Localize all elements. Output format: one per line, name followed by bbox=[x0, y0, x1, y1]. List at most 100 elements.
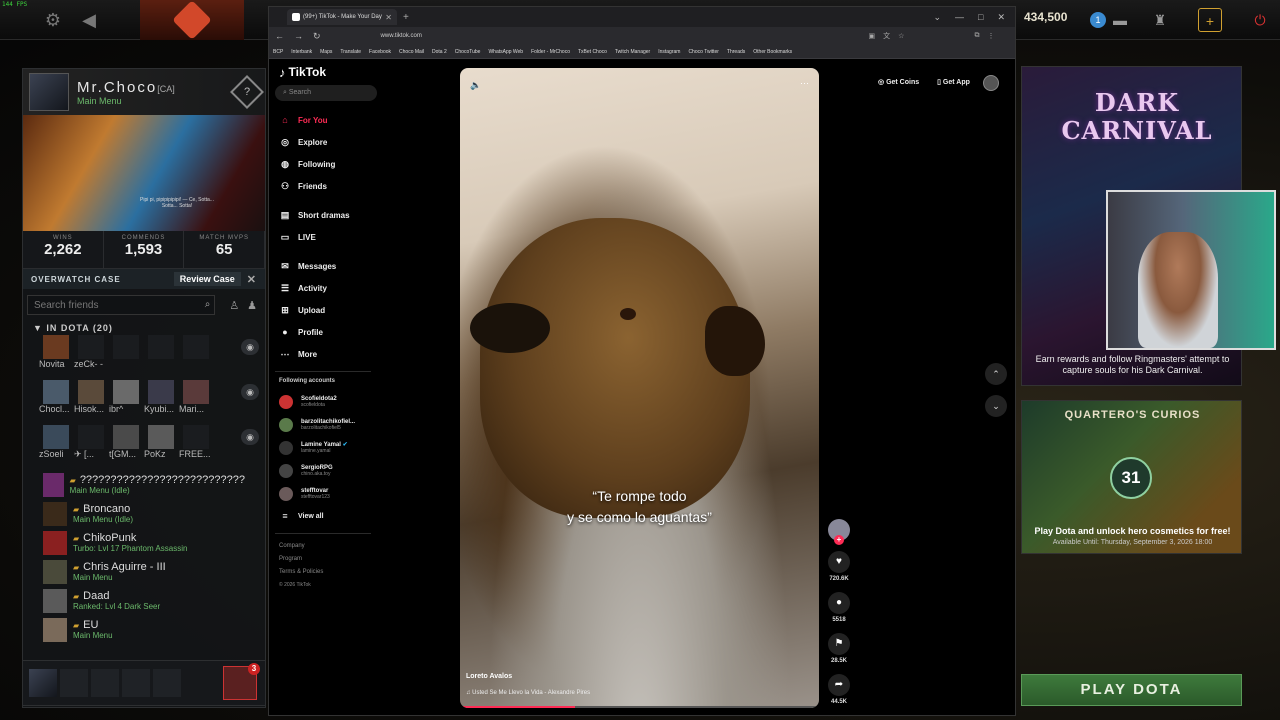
share-action[interactable]: ➦ 44.5K bbox=[825, 674, 853, 705]
share-icon[interactable]: ➦ bbox=[828, 674, 850, 696]
bookmark-item[interactable]: ChocoTube bbox=[455, 49, 481, 55]
bookmark-item[interactable]: Translate bbox=[340, 49, 361, 55]
bookmark-star-icon[interactable]: ☆ bbox=[898, 32, 904, 40]
bookmark-item[interactable]: Choco Twitter bbox=[688, 49, 718, 55]
heart-icon[interactable]: ♥ bbox=[828, 551, 850, 573]
friend-tile[interactable]: Hisok... bbox=[74, 380, 108, 414]
plus-icon[interactable]: + bbox=[1198, 8, 1222, 32]
following-account[interactable]: Scofieldota2 scofieldota bbox=[275, 390, 379, 413]
armory-icon[interactable]: ♜ bbox=[1148, 8, 1172, 32]
bookmark-folder[interactable]: Other Bookmarks bbox=[753, 49, 792, 55]
tab-tiktok[interactable]: (99+) TikTok - Make Your Day ✕ bbox=[287, 9, 397, 25]
party-slot[interactable] bbox=[60, 669, 88, 697]
friends-group-icon[interactable]: ♟ bbox=[243, 299, 261, 312]
close-icon[interactable]: ✕ bbox=[247, 273, 257, 286]
friend-tile[interactable] bbox=[144, 335, 178, 359]
user-avatar[interactable] bbox=[982, 75, 999, 91]
video-author[interactable]: Loreto Avalos bbox=[466, 673, 512, 680]
footer-link[interactable]: Program bbox=[279, 553, 379, 566]
bookmark-item[interactable]: Maps bbox=[320, 49, 332, 55]
bookmark-item[interactable]: Instagram bbox=[658, 49, 680, 55]
back-arrow-icon[interactable]: ◀ bbox=[78, 9, 100, 31]
bookmark-item[interactable]: WhatsApp Web bbox=[488, 49, 523, 55]
friend-tile[interactable]: Mari... bbox=[179, 380, 213, 414]
add-friend-icon[interactable]: ♙ bbox=[225, 299, 243, 312]
get-app-button[interactable]: ▯ Get App bbox=[932, 75, 975, 91]
forward-icon[interactable]: → bbox=[294, 31, 303, 41]
video-progress-bar[interactable] bbox=[460, 706, 819, 708]
nav-for-you[interactable]: ⌂ For You bbox=[275, 109, 379, 131]
spectate-eye-icon[interactable]: ◉ bbox=[241, 429, 259, 445]
following-account[interactable]: Lamine Yamal ✔ lamine.yamal bbox=[275, 436, 379, 459]
friend-tile[interactable]: zSoeli bbox=[39, 425, 73, 459]
hero-banner[interactable]: Pipi pi, pipipipipipi! — Ce, Sotta... So… bbox=[23, 115, 265, 231]
tiktok-search-input[interactable]: ⌕ Search bbox=[275, 85, 377, 101]
new-tab-icon[interactable]: + bbox=[403, 12, 409, 23]
video-music[interactable]: ♫ Usted Se Me Llevo la Vida - Alexandre … bbox=[466, 690, 590, 696]
close-window-icon[interactable]: ✕ bbox=[997, 12, 1005, 23]
bookmark-icon[interactable]: ⚑ bbox=[828, 633, 850, 655]
following-account[interactable]: SergioRPG chino.aka.toy bbox=[275, 459, 379, 482]
reload-icon[interactable]: ↻ bbox=[313, 31, 321, 42]
nav-messages[interactable]: ✉ Messages bbox=[275, 255, 379, 277]
bookmark-item[interactable]: Interbank bbox=[291, 49, 312, 55]
follow-plus-icon[interactable]: + bbox=[834, 535, 844, 545]
dota-logo[interactable] bbox=[140, 0, 244, 40]
bookmark-item[interactable]: Threads bbox=[727, 49, 745, 55]
power-icon[interactable]: ⏻ bbox=[1248, 8, 1272, 32]
extensions-icon[interactable]: ⧉ bbox=[974, 32, 979, 40]
nav-profile[interactable]: ● Profile bbox=[275, 321, 379, 343]
following-account[interactable]: barzolitachikofiel... barzolitachikofiel5 bbox=[275, 413, 379, 436]
footer-link[interactable]: Company bbox=[279, 540, 379, 553]
bookmark-item[interactable]: Dota 2 bbox=[432, 49, 447, 55]
friend-tile[interactable]: Novita bbox=[39, 335, 73, 369]
settings-gear-icon[interactable]: ⚙ bbox=[42, 9, 64, 31]
friend-row[interactable]: ▰ EU Main Menu bbox=[23, 615, 265, 644]
nav-activity[interactable]: ☰ Activity bbox=[275, 277, 379, 299]
party-count-badge[interactable]: 1 bbox=[1090, 12, 1106, 28]
view-all-link[interactable]: ≡ View all bbox=[275, 505, 379, 527]
rank-badge[interactable]: ? bbox=[230, 75, 264, 109]
more-options-icon[interactable]: ⋯ bbox=[800, 78, 809, 89]
bookmark-item[interactable]: TxBet Choco bbox=[578, 49, 607, 55]
nav-more[interactable]: ⋯ More bbox=[275, 343, 379, 365]
in-dota-header[interactable]: ▼ IN DOTA (20) bbox=[23, 321, 265, 335]
friend-row[interactable]: ▰ Broncano Main Menu (Idle) bbox=[23, 499, 265, 528]
friend-tile[interactable]: t[GM... bbox=[109, 425, 143, 459]
party-slot[interactable] bbox=[122, 669, 150, 697]
friend-tile[interactable]: ibr^ bbox=[109, 380, 143, 414]
tiktok-logo[interactable]: ♪ TikTok bbox=[275, 59, 379, 85]
party-slot[interactable] bbox=[91, 669, 119, 697]
url-field[interactable]: www.tiktok.com bbox=[381, 29, 861, 43]
friend-tile[interactable]: Chocl... bbox=[39, 380, 73, 414]
quarteros-curios-panel[interactable]: QUARTERO'S CURIOS 31 Play Dota and unloc… bbox=[1021, 400, 1242, 554]
maximize-icon[interactable]: □ bbox=[978, 12, 983, 23]
bookmark-item[interactable]: BCP bbox=[273, 49, 283, 55]
spectate-eye-icon[interactable]: ◉ bbox=[241, 384, 259, 400]
close-tab-icon[interactable]: ✕ bbox=[385, 13, 392, 22]
bookmark-item[interactable]: Twitch Manager bbox=[615, 49, 650, 55]
friend-tile[interactable]: ✈ [... bbox=[74, 425, 108, 460]
save-action[interactable]: ⚑ 28.5K bbox=[825, 633, 853, 664]
previous-video-button[interactable]: ⌃ bbox=[985, 363, 1007, 385]
comment-icon[interactable]: ● bbox=[828, 592, 850, 614]
video-player[interactable]: 🔈 ⋯ “Te rompe todo y se como lo aguantas… bbox=[460, 68, 819, 708]
spectate-eye-icon[interactable]: ◉ bbox=[241, 339, 259, 355]
translate-icon[interactable]: 文 bbox=[883, 31, 890, 41]
friend-search-input[interactable]: Search friends ⌕ bbox=[27, 295, 216, 315]
bookmark-item[interactable]: Folder - MrChoco bbox=[531, 49, 570, 55]
install-icon[interactable]: ▣ bbox=[869, 32, 876, 40]
review-case-button[interactable]: Review Case bbox=[173, 272, 241, 286]
tab-list-icon[interactable]: ⌄ bbox=[933, 12, 941, 23]
nav-upload[interactable]: ⊞ Upload bbox=[275, 299, 379, 321]
menu-icon[interactable]: ⋮ bbox=[987, 32, 994, 40]
creator-avatar[interactable]: + bbox=[828, 519, 850, 545]
like-action[interactable]: ♥ 720.6K bbox=[825, 551, 853, 582]
following-account[interactable]: stefftovar stefftovar123 bbox=[275, 482, 379, 505]
friend-row[interactable]: ▰ ChikoPunk Turbo: Lvl 17 Phantom Assassin bbox=[23, 528, 265, 557]
nav-following[interactable]: ◍ Following bbox=[275, 153, 379, 175]
friend-tile[interactable]: PoKz bbox=[144, 425, 178, 459]
get-coins-button[interactable]: ◎ Get Coins bbox=[873, 75, 924, 91]
friend-tile[interactable]: zeCk- - bbox=[74, 335, 108, 369]
play-dota-button[interactable]: PLAY DOTA bbox=[1021, 674, 1242, 706]
